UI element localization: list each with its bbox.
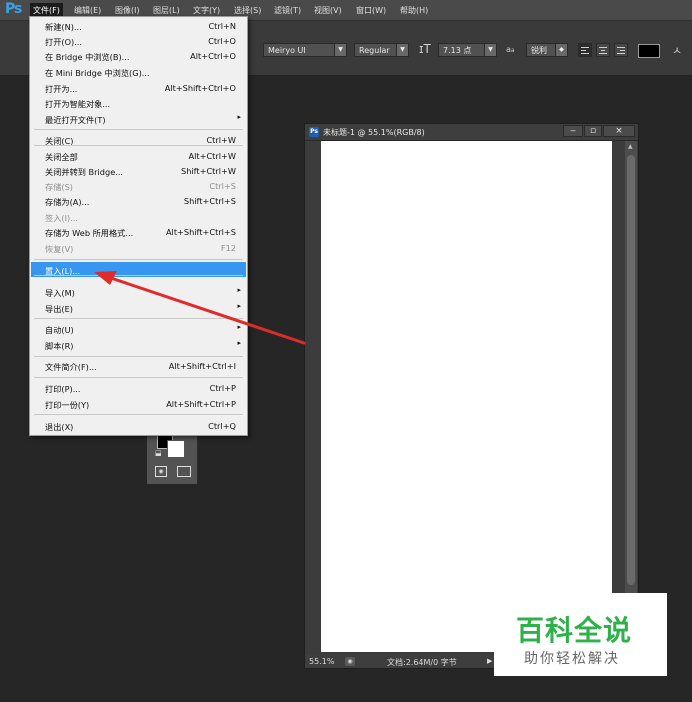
watermark: 百科全说 助你轻松解决 [494,593,667,676]
arrow-line [106,275,306,345]
watermark-title: 百科全说 [516,614,633,647]
watermark-subtitle: 助你轻松解决 [524,651,620,667]
